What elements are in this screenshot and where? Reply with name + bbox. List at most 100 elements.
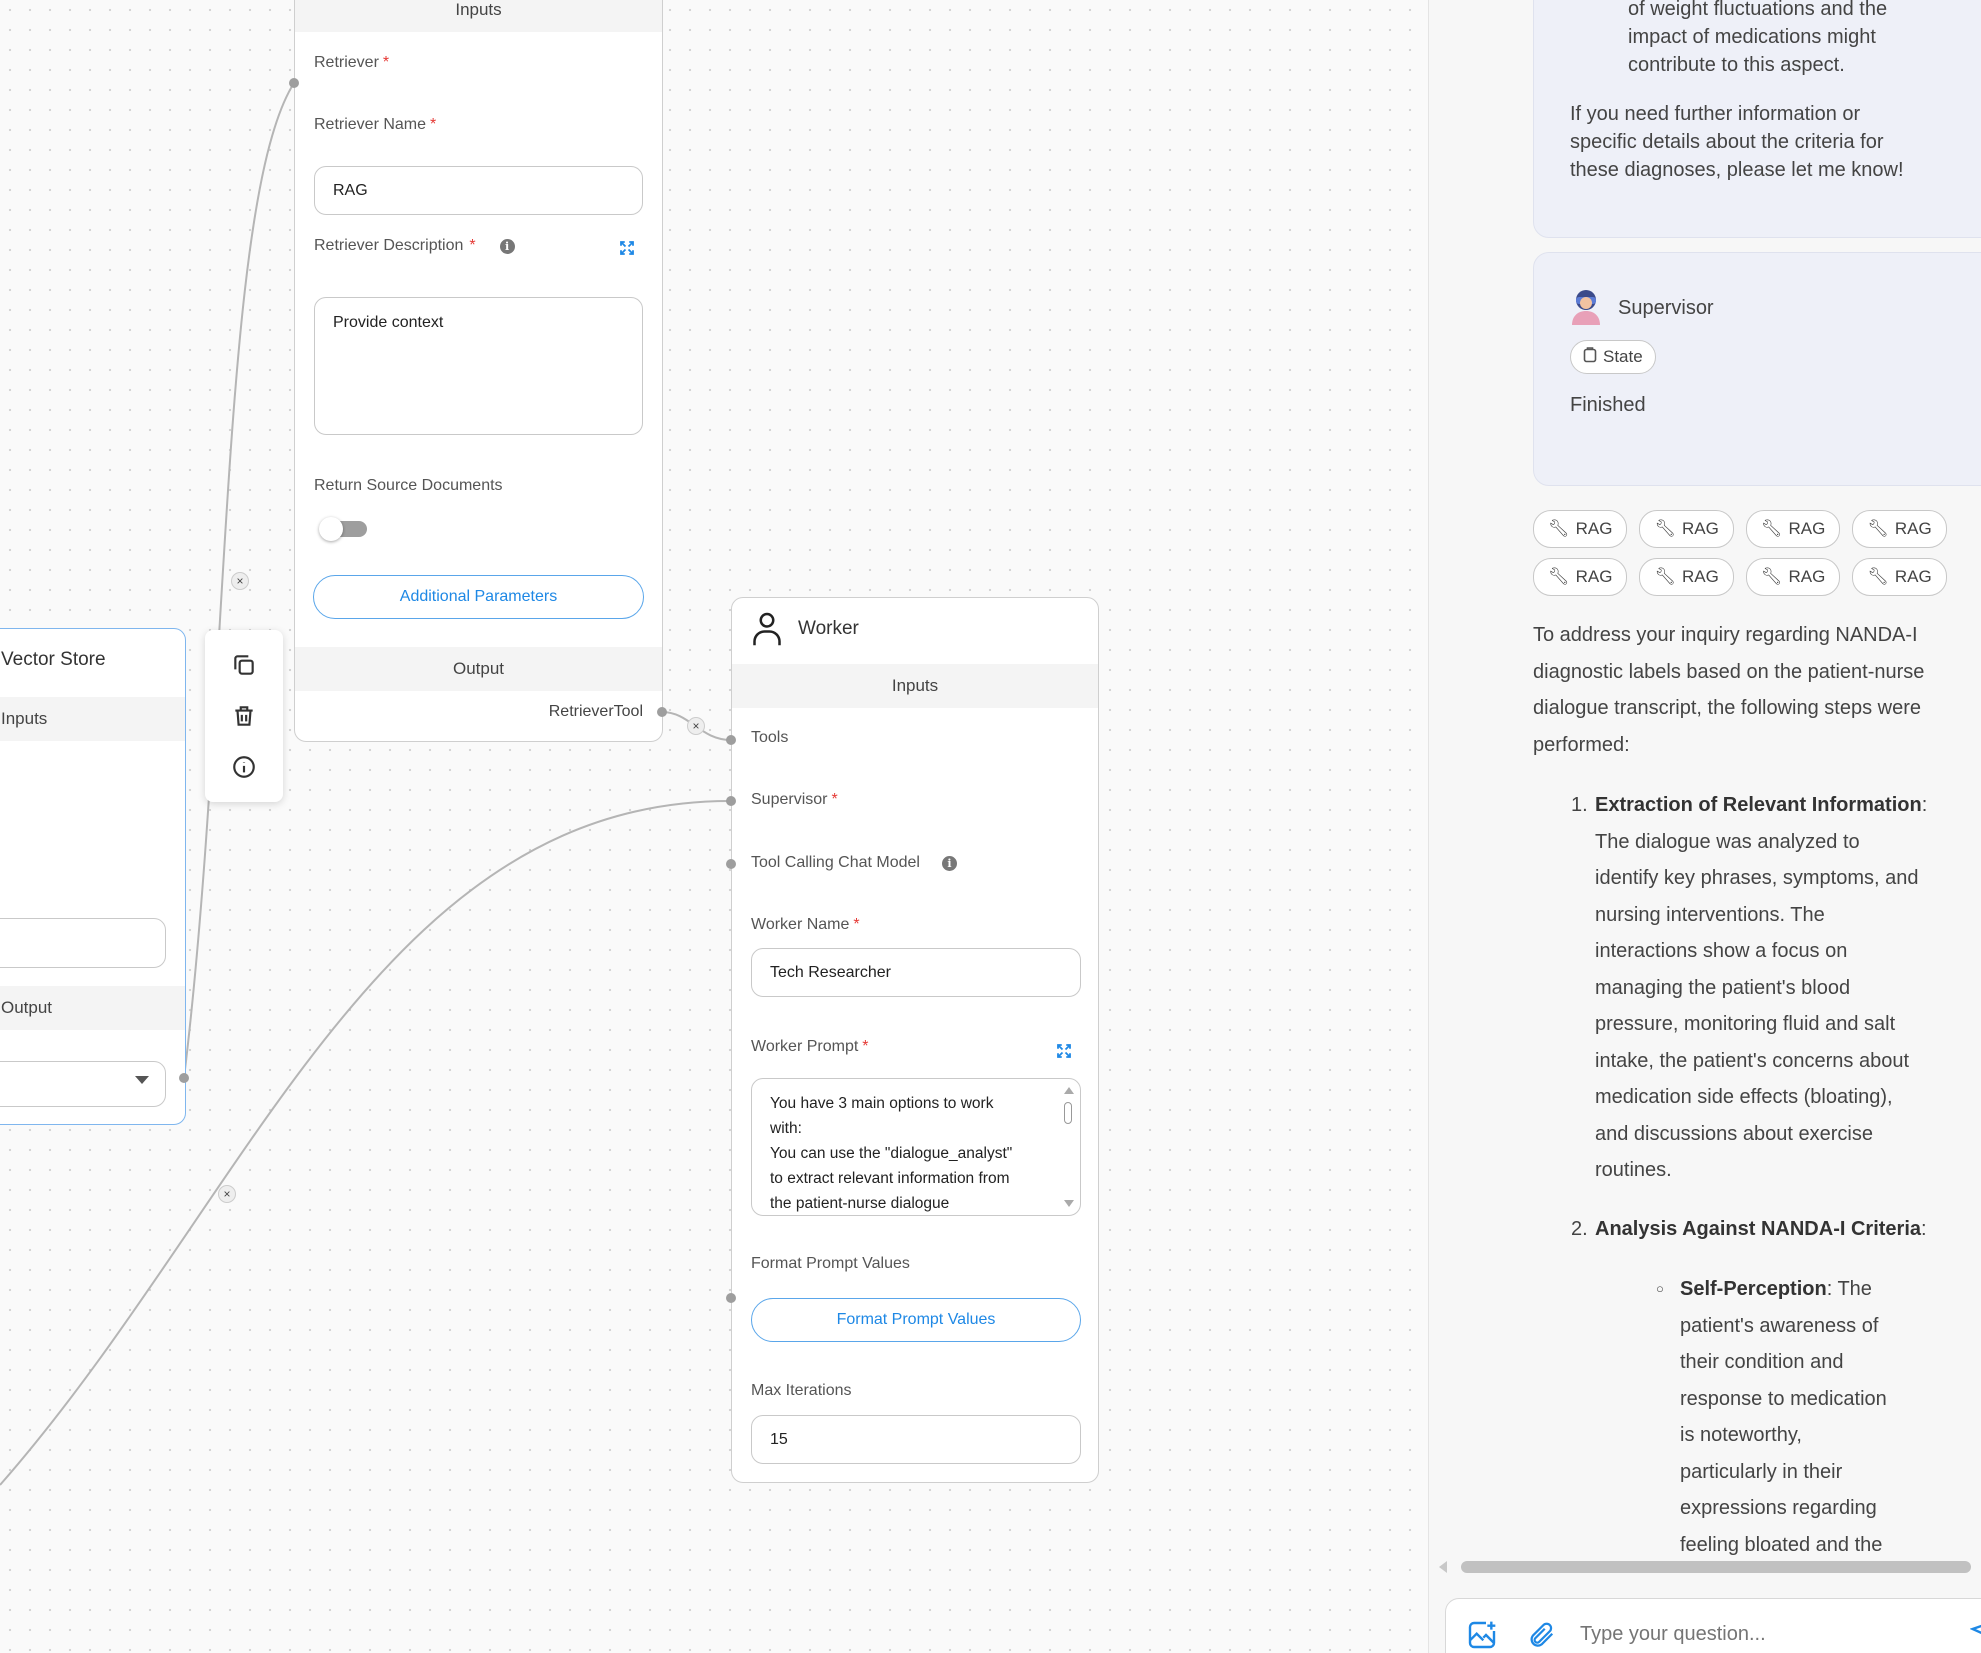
vector-store-input-field[interactable] (0, 918, 166, 968)
tool-chip-label: RAG (1894, 567, 1932, 586)
supervisor-input-handle[interactable] (726, 796, 736, 806)
vector-store-inputs-header: Inputs (0, 697, 185, 741)
retriever-tool-output-label: RetrieverTool (548, 703, 643, 720)
message-line: If you need further information or (1570, 103, 1861, 125)
clipboard-icon (1583, 346, 1597, 368)
worker-title: Worker (798, 618, 859, 639)
retriever-description-input[interactable]: Provide context (314, 297, 643, 435)
answer-line: intake, the patient's concerns about (1595, 1049, 1910, 1072)
prompt-scrollbar[interactable] (1064, 1087, 1074, 1207)
vector-store-node[interactable]: Vector Store Inputs Output (0, 628, 186, 1125)
tool-chip-label: RAG (1682, 519, 1719, 538)
answer-line: managing the patient's blood (1595, 976, 1851, 999)
paperclip-icon[interactable] (1526, 1619, 1556, 1653)
wrench-icon: 🔧︎ (1548, 519, 1570, 538)
edge-delete-button-1[interactable]: × (231, 572, 249, 590)
vector-store-output-handle[interactable] (179, 1073, 189, 1083)
wrench-icon: 🔧︎ (1654, 519, 1677, 538)
chat-input-bar (1445, 1598, 1981, 1653)
additional-parameters-button[interactable]: Additional Parameters (313, 575, 644, 619)
tool-chip[interactable]: 🔧︎ RAG (1533, 510, 1628, 548)
message-line: specific details about the criteria for (1570, 131, 1884, 153)
worker-name-input[interactable]: Tech Researcher (751, 948, 1081, 997)
chat-panel: of weight fluctuations and the impact of… (1428, 0, 1981, 1653)
retriever-tool-output-handle[interactable] (657, 707, 667, 717)
tool-chip-label: RAG (1788, 519, 1826, 538)
horizontal-scrollbar[interactable] (1439, 1558, 1979, 1576)
sub-item-title: Self-Perception (1680, 1278, 1827, 1300)
retriever-inputs-header: Inputs (295, 0, 662, 32)
wrench-icon: 🔧︎ (1760, 519, 1783, 538)
tool-chip[interactable]: 🔧︎ RAG (1533, 558, 1628, 596)
answer-line: interactions show a focus on (1595, 940, 1848, 962)
retriever-tool-node[interactable]: Inputs Retriever * Retriever Name * RAG Re… (294, 0, 663, 742)
edge-delete-button-3[interactable]: × (218, 1185, 236, 1203)
prompt-line: with: (770, 1120, 802, 1137)
retriever-name-input[interactable]: RAG (314, 166, 643, 215)
answer-line: performed: (1533, 733, 1630, 756)
answer-line: dialogue transcript, the following steps… (1533, 697, 1921, 719)
previous-message-list: of weight fluctuations and the impact of… (1570, 0, 1981, 79)
edges-layer (0, 82, 732, 1486)
chat-model-input-handle[interactable] (726, 859, 736, 869)
format-prompt-button[interactable]: Format Prompt Values (751, 1298, 1081, 1342)
trash-icon[interactable] (229, 701, 259, 731)
state-chip[interactable]: State (1570, 340, 1656, 374)
info-icon[interactable]: i (499, 238, 515, 254)
tool-chips-row-1: 🔧︎ RAG 🔧︎ RAG 🔧︎ RAG 🔧︎ RAG (1533, 510, 1947, 548)
edge-delete-button-2[interactable]: × (687, 717, 705, 735)
copy-icon[interactable] (229, 650, 259, 680)
tool-chip[interactable]: 🔧︎ RAG (1745, 558, 1841, 596)
info-icon[interactable] (229, 752, 259, 782)
retriever-input-handle[interactable] (289, 78, 299, 88)
answer-step-2: 2. Analysis Against NANDA-I Criteria: (1571, 1211, 1975, 1248)
step-1-heading: 1. Extraction of Relevant Information: (1571, 787, 1975, 824)
max-iterations-input[interactable]: 15 (751, 1415, 1081, 1464)
worker-prompt-label: Worker Prompt * (751, 1038, 869, 1055)
vector-store-output-select[interactable] (0, 1061, 166, 1107)
answer-line: identify key phrases, symptoms, and (1595, 867, 1919, 889)
worker-node[interactable]: Worker Inputs Tools Supervisor * Tool Cal… (731, 597, 1099, 1483)
step-2-title: Analysis Against NANDA-I Criteria (1595, 1218, 1921, 1240)
tools-input-handle[interactable] (726, 735, 736, 745)
expand-icon[interactable] (1055, 1042, 1073, 1065)
worker-prompt-input[interactable]: You have 3 main options to work with: Yo… (751, 1078, 1081, 1216)
info-icon[interactable]: i (941, 855, 957, 871)
tool-chip[interactable]: 🔧︎ RAG (1852, 510, 1947, 548)
return-source-toggle[interactable] (319, 517, 367, 541)
tool-chip[interactable]: 🔧︎ RAG (1639, 558, 1734, 596)
tool-chip[interactable]: 🔧︎ RAG (1852, 558, 1947, 596)
wrench-icon: 🔧︎ (1548, 567, 1570, 586)
circle-bullet-icon: ○ (1656, 1281, 1664, 1296)
return-source-label: Return Source Documents (314, 477, 503, 494)
retriever-label: Retriever * (314, 54, 390, 71)
step-number: 1. (1571, 794, 1588, 816)
step-2-heading: 2. Analysis Against NANDA-I Criteria: (1571, 1211, 1975, 1248)
prompt-line: the patient-nurse dialogue (770, 1195, 950, 1212)
tool-chip[interactable]: 🔧︎ RAG (1745, 510, 1841, 548)
worker-header: Worker (732, 598, 1098, 660)
previous-message-closing: If you need further information or speci… (1570, 100, 1981, 184)
message-line: these diagnoses, please let me know! (1570, 159, 1904, 181)
image-upload-icon[interactable] (1466, 1619, 1498, 1653)
scroll-left-arrow[interactable] (1439, 1561, 1447, 1573)
state-chip-label: State (1603, 347, 1643, 366)
prompt-line: to extract relevant information from (770, 1170, 1010, 1187)
message-line: contribute to this aspect. (1628, 54, 1845, 76)
answer-line: The (1837, 1278, 1872, 1300)
supervisor-label: Supervisor * (751, 791, 838, 808)
retriever-output-header: Output (295, 647, 662, 691)
answer-sub-item: ○ Self-Perception: The patient's awarenes… (1656, 1271, 1940, 1563)
wrench-icon: 🔧︎ (1867, 567, 1889, 586)
flow-canvas[interactable]: Vector Store Inputs Output × × × Inputs … (0, 0, 1428, 1653)
answer-line: medication side effects (bloating), (1595, 1086, 1893, 1108)
format-prompt-input-handle[interactable] (726, 1293, 736, 1303)
send-icon[interactable] (1969, 1617, 1981, 1653)
format-prompt-label: Format Prompt Values (751, 1255, 910, 1272)
expand-icon[interactable] (618, 239, 636, 262)
tool-chip[interactable]: 🔧︎ RAG (1639, 510, 1734, 548)
scrollbar-thumb[interactable] (1461, 1561, 1971, 1573)
answer-line: patient's awareness of (1680, 1314, 1879, 1337)
sub-item-heading: ○ Self-Perception: The (1656, 1271, 1940, 1308)
chat-question-input[interactable] (1578, 1613, 1922, 1653)
